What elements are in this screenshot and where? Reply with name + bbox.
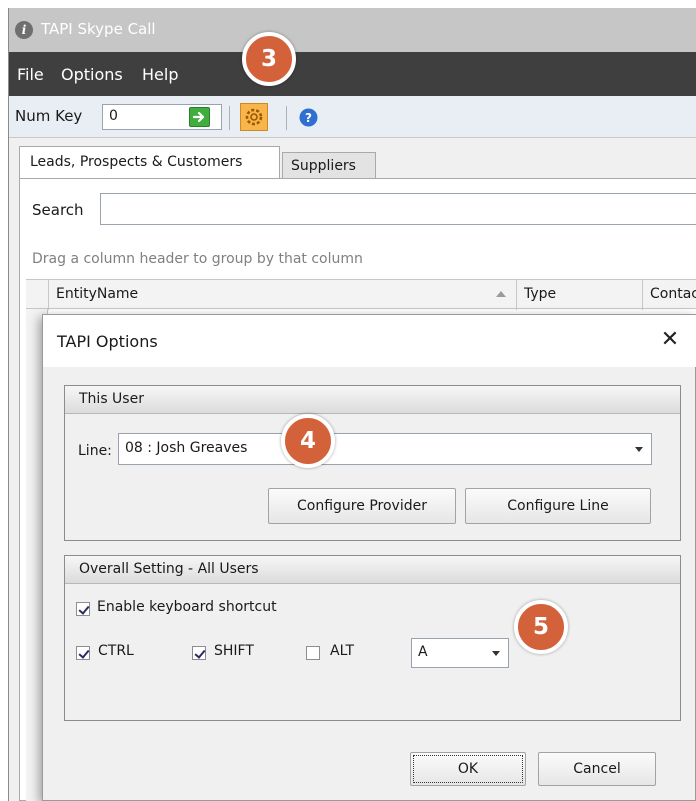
green-arrow-icon[interactable] [189,107,210,127]
ctrl-checkbox[interactable] [76,646,90,660]
group-header: This User [65,386,680,414]
title-bar: i TAPI Skype Call [9,8,696,52]
enable-shortcut-label: Enable keyboard shortcut [97,599,277,615]
sort-ascending-icon [496,291,506,297]
enable-shortcut-checkbox[interactable] [76,602,90,616]
column-separator [642,280,643,310]
search-input[interactable] [100,193,696,225]
menu-help[interactable]: Help [142,65,178,84]
callout-badge-5: 5 [514,600,568,654]
info-icon: i [15,21,33,39]
close-icon[interactable]: ✕ [655,325,685,355]
ok-button[interactable]: OK [410,752,526,786]
chevron-down-icon [635,447,643,452]
search-label: Search [32,201,84,219]
ctrl-label: CTRL [98,643,134,659]
column-header-entityname[interactable]: EntityName [56,286,138,302]
num-key-label: Num Key [15,107,83,125]
column-header-contact[interactable]: Contac [650,286,696,302]
group-by-hint: Drag a column header to group by that co… [32,251,363,267]
configure-line-button[interactable]: Configure Line [465,488,651,524]
help-icon[interactable]: ? [298,107,319,128]
callout-badge-4: 4 [281,414,335,468]
menu-file[interactable]: File [17,65,44,84]
line-select-value: 08 : Josh Greaves [125,440,248,456]
overall-setting-group: Overall Setting - All Users Enable keybo… [64,555,681,721]
gear-icon[interactable] [240,103,268,131]
column-separator [516,280,517,310]
svg-text:?: ? [305,111,312,125]
toolbar: Num Key 0 ? [9,96,696,138]
toolbar-separator [286,106,287,130]
menu-bar: File Options Help [9,52,696,96]
line-label: Line: [78,443,112,459]
tapi-options-dialog: TAPI Options ✕ This User Line: 08 : Josh… [42,314,696,801]
callout-badge-3: 3 [242,32,296,86]
chevron-down-icon [492,651,500,656]
tab-suppliers[interactable]: Suppliers [282,152,376,180]
grid-header: EntityName Type Contac [26,279,696,310]
group-header: Overall Setting - All Users [65,556,680,584]
shortcut-key-select[interactable]: A [411,638,509,668]
tab-leads[interactable]: Leads, Prospects & Customers [19,146,280,178]
shift-label: SHIFT [214,643,254,659]
shortcut-key-value: A [418,644,428,660]
toolbar-separator [229,106,230,130]
cancel-button[interactable]: Cancel [538,752,656,786]
dialog-title-bar: TAPI Options ✕ [43,315,696,367]
line-select[interactable]: 08 : Josh Greaves [118,433,652,465]
menu-options[interactable]: Options [61,65,123,84]
shift-checkbox[interactable] [192,646,206,660]
alt-label: ALT [330,643,355,659]
dialog-title: TAPI Options [57,332,158,351]
column-header-type[interactable]: Type [524,286,556,302]
configure-provider-button[interactable]: Configure Provider [268,488,456,524]
this-user-group: This User Line: 08 : Josh Greaves Config… [64,385,681,541]
column-separator [48,280,49,310]
window-title: TAPI Skype Call [41,20,156,38]
alt-checkbox[interactable] [306,646,320,660]
